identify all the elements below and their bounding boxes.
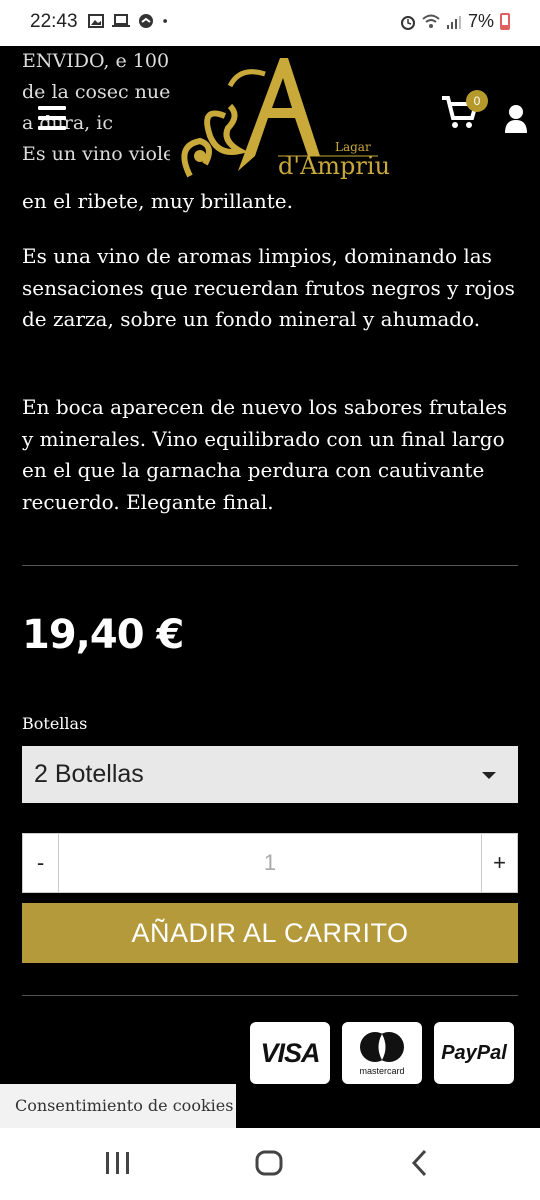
mastercard-circles-icon <box>360 1032 404 1062</box>
image-icon <box>88 14 104 28</box>
divider <box>22 565 518 566</box>
description-aroma: Es una vino de aromas limpios, dominando… <box>22 244 515 331</box>
status-bar: 22:43 7% <box>0 0 540 46</box>
description-taste: En boca aparecen de nuevo los sabores fr… <box>22 395 508 514</box>
status-icons-right: 7% <box>400 11 510 32</box>
visa-logo: VISA <box>250 1022 330 1084</box>
paypal-text: PayPal <box>441 1041 507 1064</box>
mastercard-logo: mastercard <box>342 1022 422 1084</box>
home-icon[interactable] <box>254 1148 284 1178</box>
quantity-increase-button[interactable]: + <box>481 834 517 892</box>
alarm-icon <box>400 15 415 30</box>
battery-icon <box>500 13 510 30</box>
cart-count-badge[interactable]: 0 <box>466 90 488 112</box>
dot-icon <box>163 19 167 23</box>
product-price: 19,40 € <box>22 612 184 658</box>
bottles-select-value: 2 Botellas <box>34 760 144 788</box>
back-icon[interactable] <box>408 1148 432 1178</box>
bottles-select[interactable]: 2 Botellas <box>22 746 518 803</box>
android-nav-bar <box>0 1128 540 1200</box>
page-content: ENVIDO, e 100%, de la cosec nueva a dura… <box>0 46 540 1128</box>
brand-logo[interactable]: Lagar d'Amprius <box>170 46 402 196</box>
payment-methods: VISA mastercard PayPal <box>250 1022 514 1084</box>
hamburger-menu-icon[interactable] <box>38 106 66 130</box>
add-to-cart-button[interactable]: AÑADIR AL CARRITO <box>22 903 518 963</box>
signal-icon <box>446 15 461 29</box>
wifi-icon <box>422 14 440 28</box>
user-account-icon[interactable] <box>504 104 528 134</box>
media-icon <box>139 14 153 28</box>
caret-down-icon <box>482 772 496 779</box>
cookie-consent-button[interactable]: Consentimiento de cookies <box>0 1084 236 1128</box>
paypal-logo: PayPal <box>434 1022 514 1084</box>
site-header: Lagar d'Amprius 0 <box>0 46 540 196</box>
recent-apps-icon[interactable] <box>104 1148 132 1178</box>
variant-label: Botellas <box>22 714 88 733</box>
quantity-input[interactable]: 1 <box>59 834 481 892</box>
mastercard-text: mastercard <box>359 1066 405 1076</box>
visa-text: VISA <box>260 1037 320 1068</box>
divider <box>22 995 518 996</box>
laptop-icon <box>112 14 130 27</box>
battery-percent: 7% <box>467 11 494 31</box>
quantity-decrease-button[interactable]: - <box>23 834 59 892</box>
description-continued: en el ribete, muy brillante. <box>22 189 293 213</box>
status-icons-left <box>88 13 172 29</box>
quantity-stepper: - 1 + <box>22 833 518 893</box>
status-time: 22:43 <box>30 11 78 32</box>
logo-graphic: Lagar d'Amprius <box>181 58 402 180</box>
